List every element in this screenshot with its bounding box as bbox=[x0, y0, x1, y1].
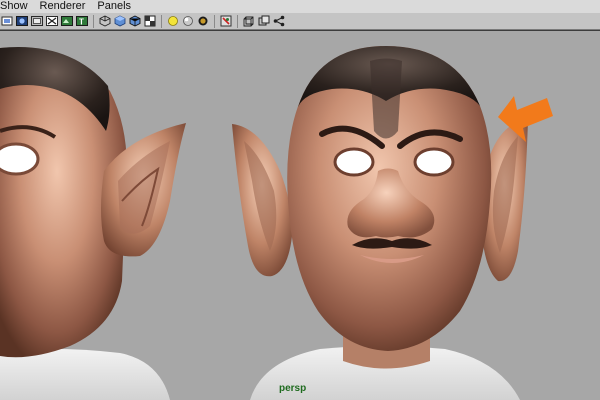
wireframe-icon[interactable] bbox=[99, 15, 111, 27]
panel-toolbar: T bbox=[0, 13, 600, 30]
right-head-left-eye-hole bbox=[333, 147, 375, 177]
camera-name-label: persp bbox=[279, 383, 307, 394]
toolbar-separator bbox=[214, 14, 215, 28]
shadows-icon[interactable] bbox=[182, 15, 194, 27]
svg-text:T: T bbox=[79, 18, 84, 27]
right-head-right-eye-hole bbox=[413, 147, 455, 177]
panel-menubar: Show Renderer Panels bbox=[0, 0, 600, 13]
smooth-shade-icon[interactable] bbox=[114, 15, 126, 27]
hardware-texture-icon[interactable] bbox=[197, 15, 209, 27]
film-gate-icon[interactable] bbox=[16, 15, 28, 27]
perspective-viewport[interactable]: persp bbox=[0, 31, 600, 400]
viewport-scene bbox=[0, 46, 553, 400]
camera-icon[interactable] bbox=[243, 15, 255, 27]
multiple-cameras-icon[interactable] bbox=[258, 15, 270, 27]
left-head-eye-hole bbox=[0, 142, 40, 176]
right-head-model bbox=[232, 46, 528, 400]
shaded-wireframe-icon[interactable] bbox=[129, 15, 141, 27]
menu-renderer[interactable]: Renderer bbox=[36, 0, 94, 13]
frame-all-icon[interactable] bbox=[1, 15, 13, 27]
texture-placement-icon[interactable]: T bbox=[76, 15, 88, 27]
image-plane-icon[interactable] bbox=[61, 15, 73, 27]
resolution-gate-icon[interactable] bbox=[31, 15, 43, 27]
textured-icon[interactable] bbox=[144, 15, 156, 27]
menu-panels[interactable]: Panels bbox=[93, 0, 139, 13]
toolbar-separator bbox=[93, 14, 94, 28]
left-head-model bbox=[0, 47, 186, 400]
menu-show[interactable]: Show bbox=[0, 0, 36, 13]
maya-viewport-window: Show Renderer Panels T persp bbox=[0, 0, 600, 400]
isolate-select-icon[interactable] bbox=[220, 15, 232, 27]
use-all-lights-icon[interactable] bbox=[167, 15, 179, 27]
toolbar-separator bbox=[237, 14, 238, 28]
grid-icon[interactable] bbox=[46, 15, 58, 27]
toolbar-separator bbox=[161, 14, 162, 28]
share-icon[interactable] bbox=[273, 15, 285, 27]
